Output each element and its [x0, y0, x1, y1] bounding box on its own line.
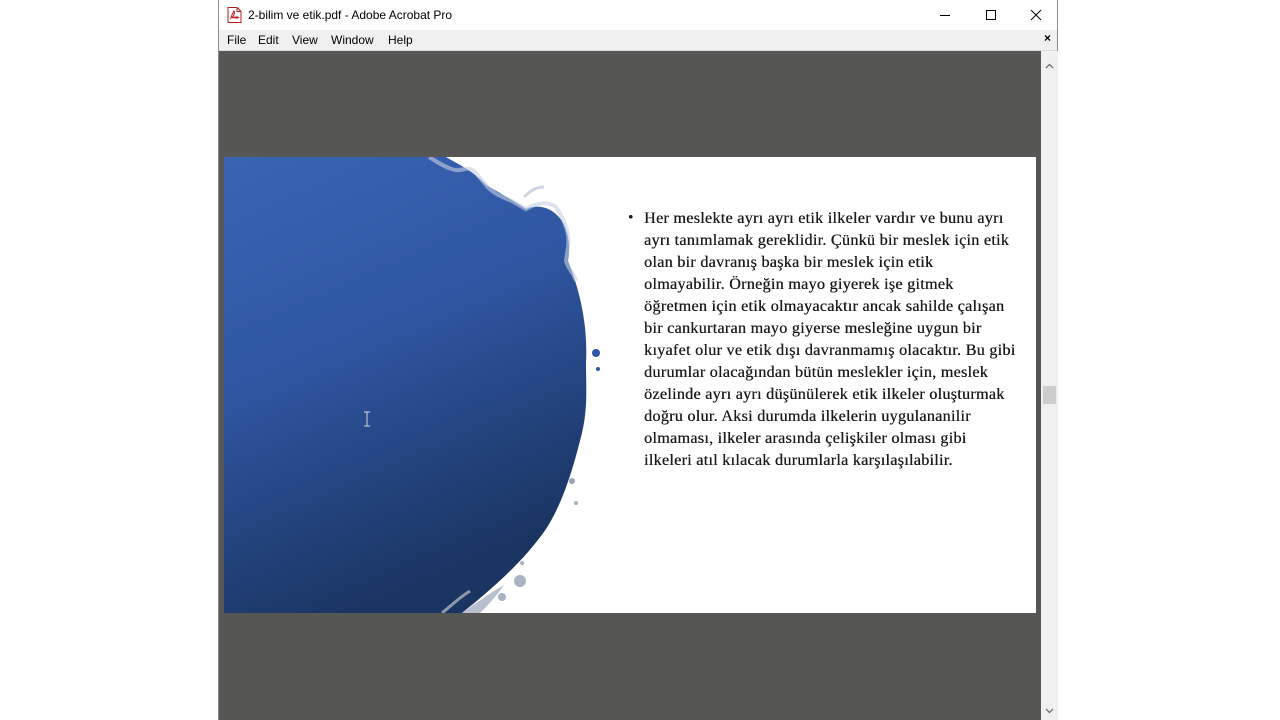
document-viewport[interactable]: • Her meslekte ayrı ayrı etik ilkeler va… [219, 51, 1041, 720]
chevron-down-icon [1045, 708, 1054, 714]
paragraph-text: Her meslekte ayrı ayrı etik ilkeler vard… [644, 209, 1016, 469]
vertical-scrollbar[interactable] [1041, 51, 1058, 720]
menu-view[interactable]: View [292, 33, 318, 47]
minimize-button[interactable] [922, 0, 968, 30]
scroll-thumb[interactable] [1043, 386, 1056, 404]
close-button[interactable] [1013, 0, 1059, 30]
pdf-page: • Her meslekte ayrı ayrı etik ilkeler va… [224, 157, 1036, 613]
close-document-button[interactable]: × [1044, 31, 1051, 45]
blue-paint-blob [224, 157, 600, 613]
bullet-mark: • [628, 210, 634, 226]
menu-window[interactable]: Window [331, 33, 374, 47]
acrobat-window: 2-bilim ve etik.pdf - Adobe Acrobat Pro … [218, 0, 1058, 720]
chevron-up-icon [1045, 63, 1054, 69]
maximize-icon [986, 10, 996, 20]
text-cursor-icon [363, 411, 371, 432]
menu-bar: File Edit View Window Help × [219, 30, 1057, 51]
pdf-icon [227, 7, 242, 23]
bullet-paragraph: • Her meslekte ayrı ayrı etik ilkeler va… [628, 207, 1016, 471]
minimize-icon [940, 15, 950, 16]
menu-edit[interactable]: Edit [258, 33, 279, 47]
scroll-up-button[interactable] [1041, 59, 1058, 73]
scroll-down-button[interactable] [1041, 704, 1058, 718]
window-title: 2-bilim ve etik.pdf - Adobe Acrobat Pro [248, 8, 453, 22]
maximize-button[interactable] [968, 0, 1014, 30]
menu-file[interactable]: File [227, 33, 246, 47]
close-icon [1030, 9, 1042, 21]
menu-help[interactable]: Help [388, 33, 413, 47]
title-bar[interactable]: 2-bilim ve etik.pdf - Adobe Acrobat Pro [219, 0, 1057, 30]
